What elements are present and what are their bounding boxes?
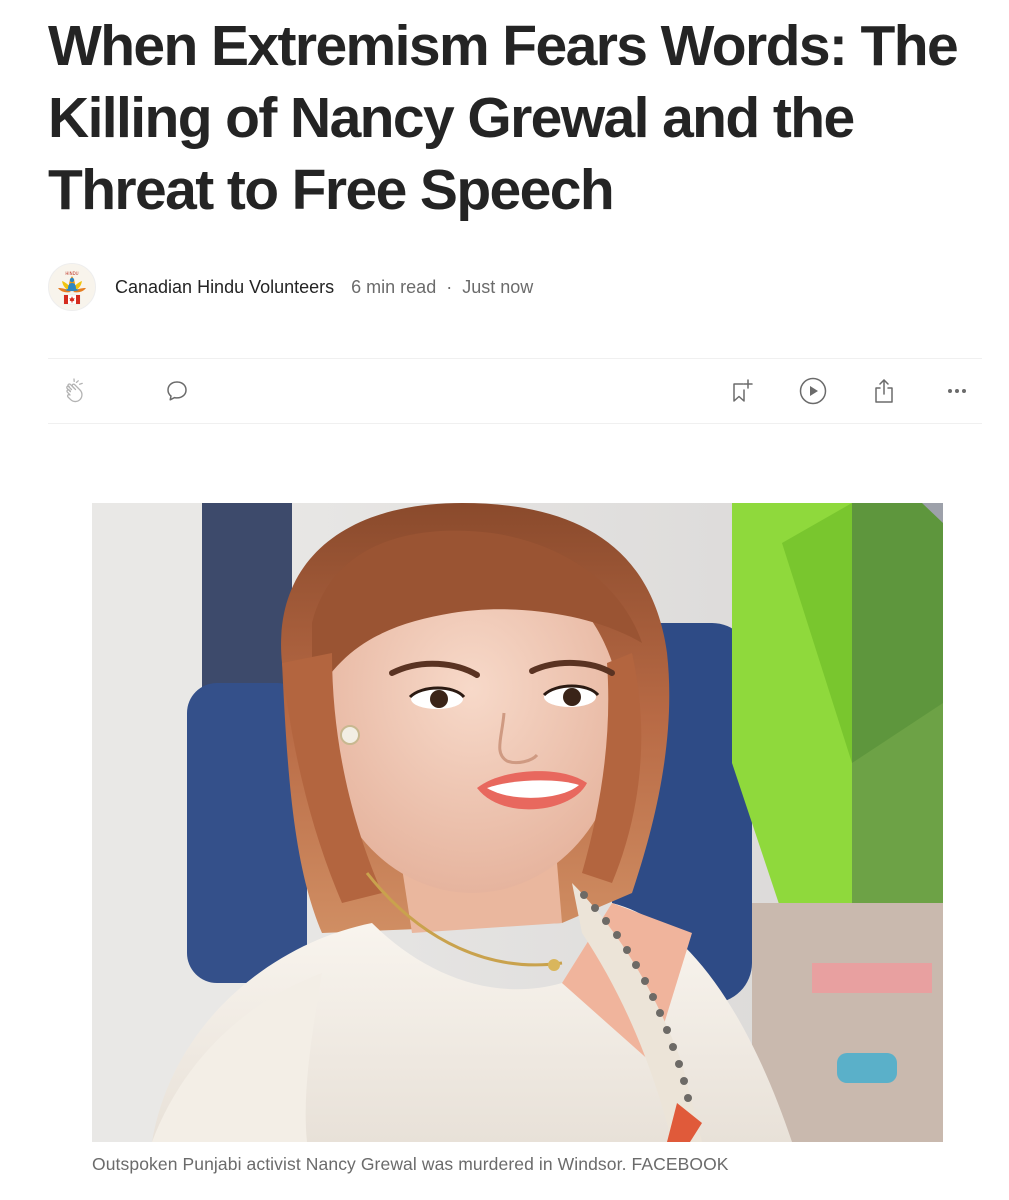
more-button[interactable] [941, 375, 973, 407]
save-button[interactable] [726, 375, 758, 407]
clap-icon [66, 378, 83, 403]
title-line-3: Threat to Free Speech [48, 158, 615, 222]
image-caption: Outspoken Punjabi activist Nancy Grewal … [92, 1154, 729, 1174]
article-action-bar [48, 358, 982, 424]
comment-icon [167, 381, 187, 401]
title-line-1: When Extremism Fears Words: The [48, 14, 959, 78]
comment-button[interactable] [161, 375, 193, 407]
article-title: When Extremism Fears Words: The Killing … [48, 10, 978, 226]
hindu-volunteers-logo-icon: HINDU [49, 264, 95, 310]
logo-arc-text: HINDU [65, 271, 78, 276]
author-avatar[interactable]: HINDU [48, 263, 96, 311]
meta-separator: · [446, 276, 453, 297]
share-button[interactable] [868, 375, 900, 407]
hero-image[interactable] [92, 503, 943, 1142]
clap-button[interactable] [60, 375, 92, 407]
publish-date: Just now [462, 276, 534, 297]
portrait-photo [92, 503, 943, 1142]
author-name[interactable]: Canadian Hindu Volunteers [115, 277, 334, 298]
play-circle-icon [799, 377, 827, 405]
read-time: 6 min read [351, 276, 437, 297]
more-icon [948, 389, 966, 393]
listen-button[interactable] [797, 375, 829, 407]
share-icon [875, 379, 893, 403]
title-line-2: Killing of Nancy Grewal and the [48, 86, 855, 150]
bookmark-add-icon [733, 379, 753, 402]
byline: HINDU Canadian Hindu Volunteers 6 min re… [48, 262, 533, 312]
